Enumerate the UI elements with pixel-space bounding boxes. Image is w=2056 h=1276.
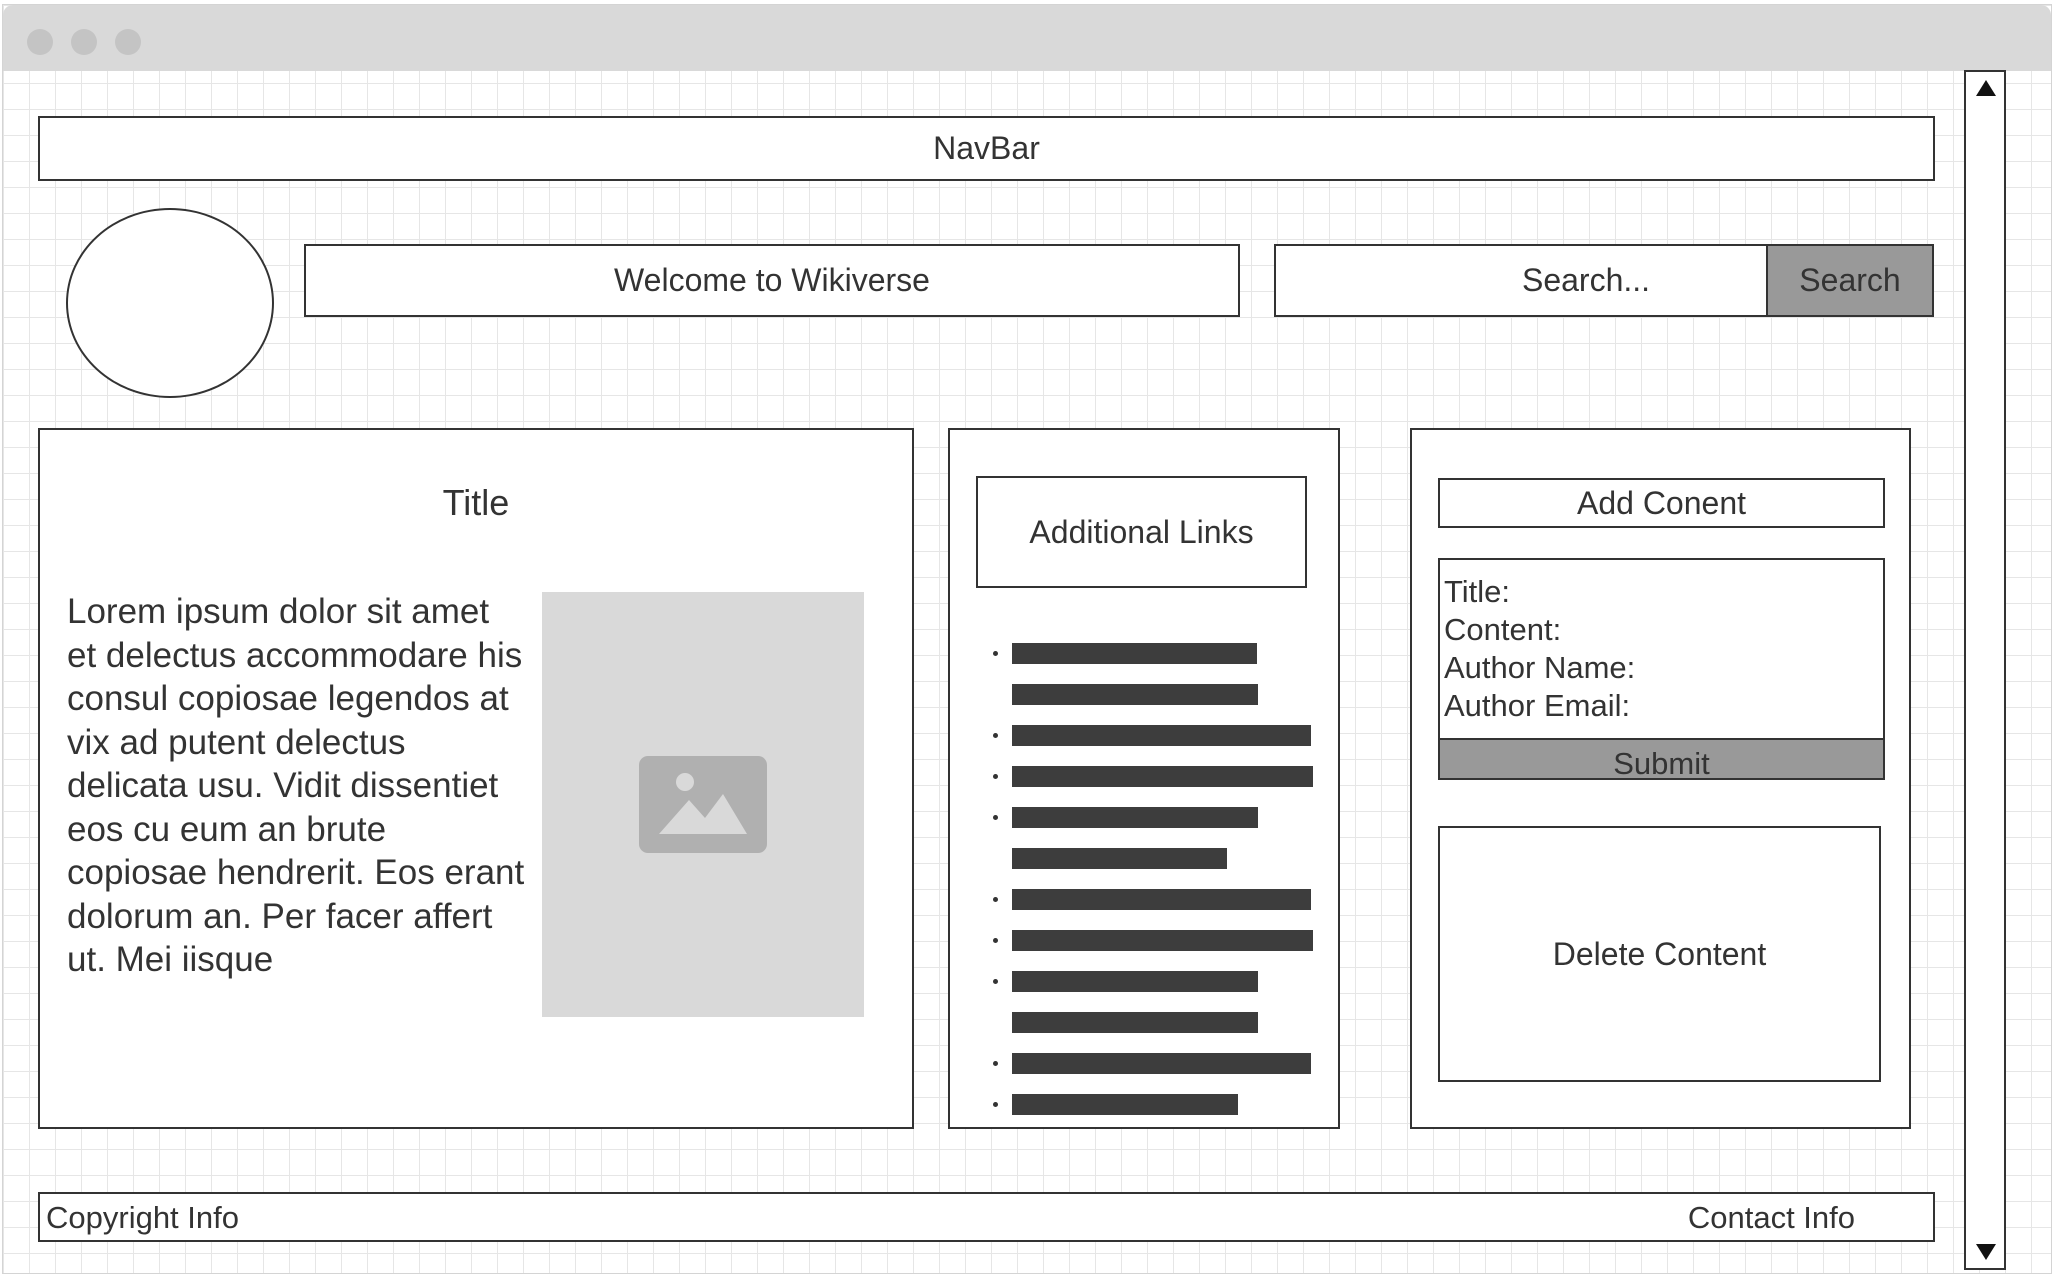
welcome-text: Welcome to Wikiverse [614, 262, 930, 298]
link-item-bar[interactable] [1012, 930, 1313, 951]
add-content-label: Add Conent [1576, 484, 1746, 521]
article-title: Title [442, 482, 510, 523]
link-item-bar[interactable] [1012, 807, 1258, 828]
contact-info[interactable]: Contact Info [1688, 1200, 1855, 1236]
search-placeholder: Search... [1521, 262, 1651, 298]
form-field-author-email[interactable]: Author Email: [1444, 688, 1630, 724]
link-item-bar[interactable] [1012, 766, 1313, 787]
link-item-bar[interactable] [1012, 971, 1258, 992]
additional-links-heading: Additional Links [976, 476, 1307, 588]
link-bullet [993, 774, 998, 779]
add-content-heading: Add Conent [1438, 478, 1885, 528]
link-item-bar[interactable] [1012, 848, 1227, 869]
link-item-bar[interactable] [1012, 889, 1311, 910]
delete-content-label: Delete Content [1552, 935, 1767, 972]
article-panel: Title Lorem ipsum dolor sit amet et dele… [38, 428, 914, 1129]
delete-content-box[interactable]: Delete Content [1438, 826, 1881, 1082]
navbar-label: NavBar [933, 130, 1040, 166]
search-button-label: Search [1799, 262, 1901, 298]
link-item-bar[interactable] [1012, 725, 1311, 746]
footer: Copyright Info Contact Info [38, 1192, 1935, 1242]
link-bullet [993, 651, 998, 656]
copyright-info[interactable]: Copyright Info [46, 1200, 239, 1236]
link-bullet [993, 1061, 998, 1066]
image-placeholder-icon [639, 756, 767, 853]
article-image [542, 592, 864, 1017]
vertical-scrollbar[interactable] [1964, 70, 2006, 1270]
link-bullet [993, 815, 998, 820]
link-bullet [993, 979, 998, 984]
logo-placeholder[interactable] [66, 208, 274, 398]
article-body: Lorem ipsum dolor sit amet et delectus a… [67, 592, 525, 979]
form-field-title[interactable]: Title: [1444, 574, 1510, 610]
link-item-bar[interactable] [1012, 1053, 1311, 1074]
window-titlebar [3, 5, 2051, 71]
additional-links-label: Additional Links [1029, 513, 1254, 550]
window-maximize-dot[interactable] [115, 29, 141, 55]
link-item-bar[interactable] [1012, 684, 1258, 705]
window-close-dot[interactable] [27, 29, 53, 55]
link-bullet [993, 938, 998, 943]
link-bullet [993, 1102, 998, 1107]
search-input[interactable]: Search... [1274, 244, 1768, 317]
link-item-bar[interactable] [1012, 1012, 1258, 1033]
window-minimize-dot[interactable] [71, 29, 97, 55]
link-item-bar[interactable] [1012, 1094, 1238, 1115]
link-item-bar[interactable] [1012, 643, 1257, 664]
welcome-banner: Welcome to Wikiverse [304, 244, 1240, 317]
form-field-author-name[interactable]: Author Name: [1444, 650, 1635, 686]
navbar[interactable]: NavBar [38, 116, 1935, 181]
link-bullet [993, 897, 998, 902]
link-bullet [993, 733, 998, 738]
scroll-up-arrow-icon[interactable] [1976, 80, 1996, 96]
search-button[interactable]: Search [1766, 244, 1934, 317]
form-field-content[interactable]: Content: [1444, 612, 1561, 648]
scroll-down-arrow-icon[interactable] [1976, 1244, 1996, 1260]
submit-button[interactable]: Submit [1438, 738, 1885, 780]
